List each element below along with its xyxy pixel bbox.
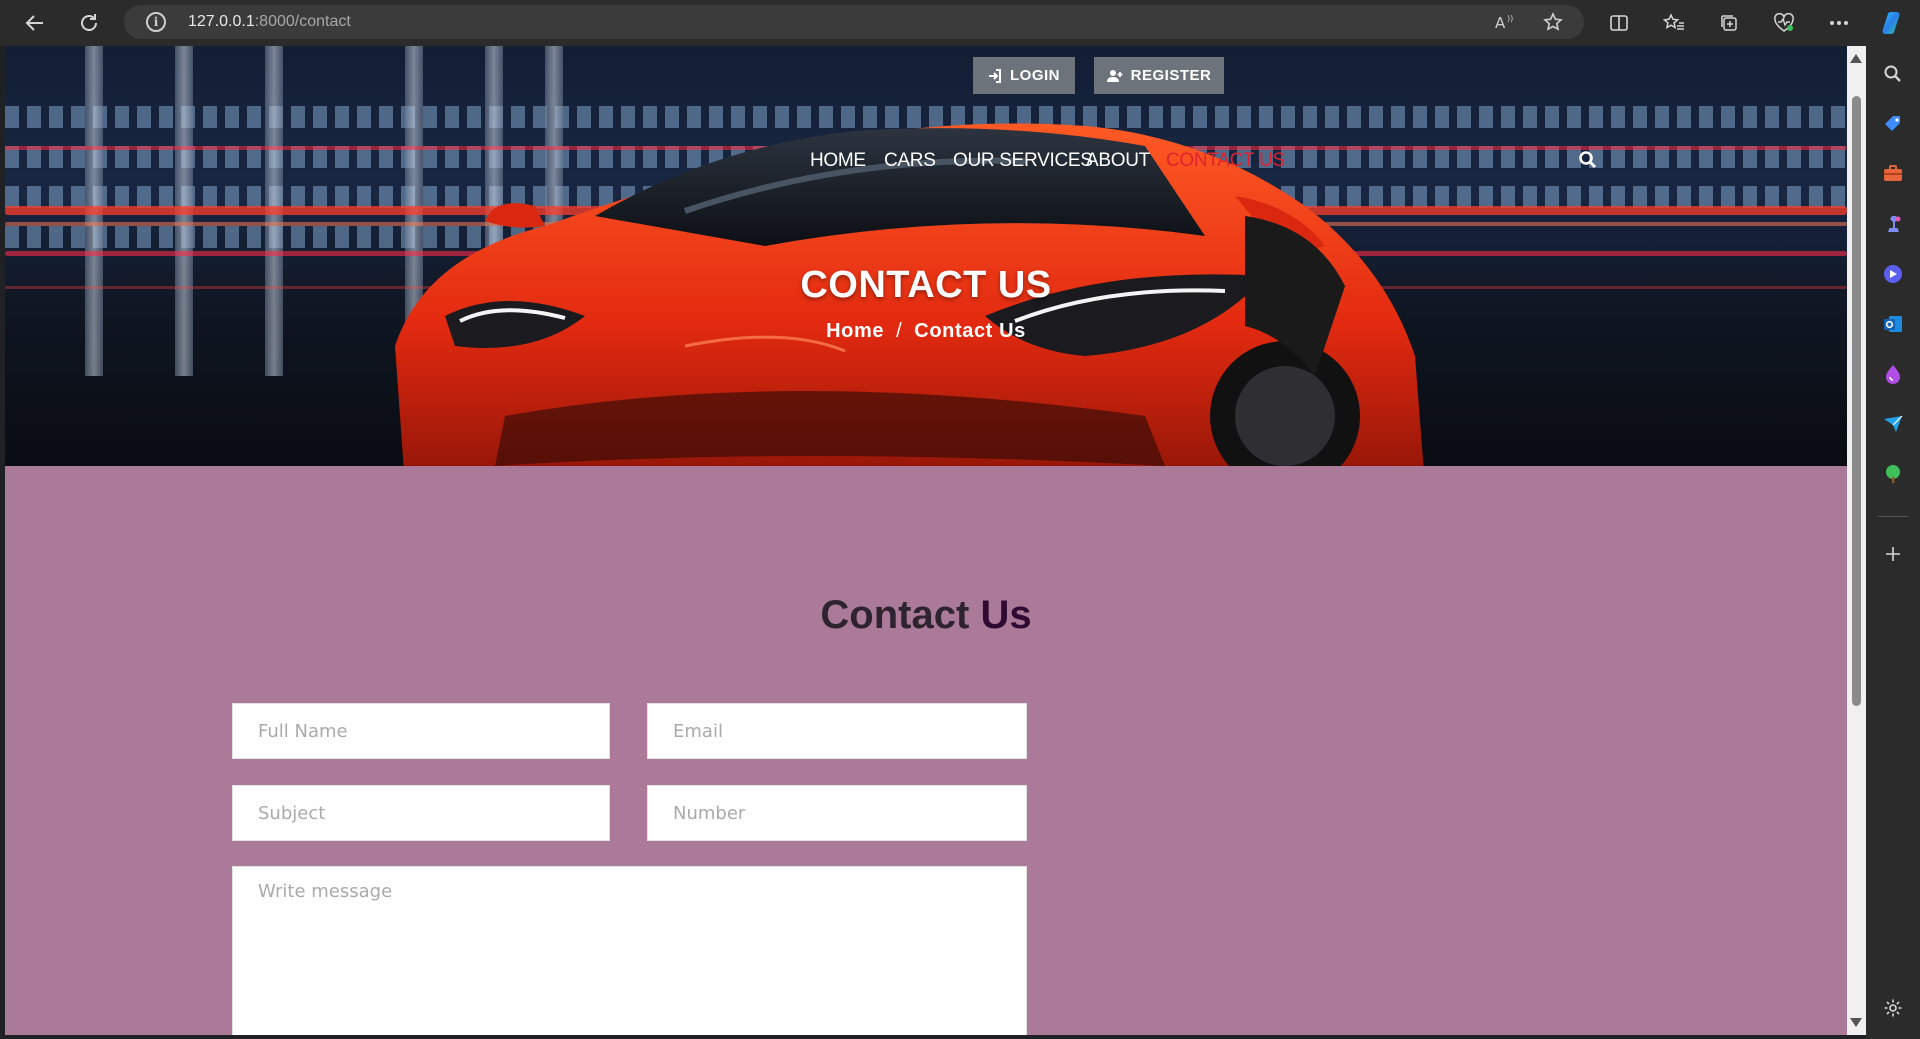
sign-in-icon xyxy=(989,68,1001,83)
nav-home[interactable]: HOME xyxy=(810,150,866,172)
user-plus-icon xyxy=(1106,69,1123,82)
hero-banner: LOGIN REGISTER HOME CARS OUR SERVICES AB… xyxy=(5,46,1847,466)
scroll-up-arrow-icon[interactable] xyxy=(1850,54,1862,63)
copilot-app-icon[interactable] xyxy=(1879,260,1907,288)
login-button[interactable]: LOGIN xyxy=(973,57,1075,94)
url-text[interactable]: 127.0.0.1:8000/contact xyxy=(188,13,351,31)
nav-our-services[interactable]: OUR SERVICES xyxy=(953,150,1093,172)
subject-field[interactable]: Subject xyxy=(232,785,610,841)
email-field[interactable]: Email xyxy=(647,703,1027,759)
login-label: LOGIN xyxy=(1010,67,1060,84)
breadcrumb: Home / Contact Us xyxy=(5,320,1847,343)
site-info-icon[interactable]: i xyxy=(146,12,166,32)
drop-icon[interactable] xyxy=(1879,360,1907,388)
more-options-icon[interactable] xyxy=(1822,8,1856,38)
sidebar-divider xyxy=(1878,516,1908,517)
message-textarea[interactable]: Write message xyxy=(232,866,1027,1035)
collections-icon[interactable] xyxy=(1712,8,1746,38)
breadcrumb-current: Contact Us xyxy=(914,320,1026,342)
browser-toolbar: i 127.0.0.1:8000/contact A)) xyxy=(0,0,1920,46)
copilot-icon[interactable] xyxy=(1874,8,1908,38)
svg-text:A: A xyxy=(1495,14,1506,32)
read-aloud-icon[interactable]: A)) xyxy=(1492,10,1518,34)
scroll-down-arrow-icon[interactable] xyxy=(1850,1018,1862,1027)
hero-title: CONTACT US xyxy=(800,264,1052,306)
nav-contact-us[interactable]: CONTACT US xyxy=(1166,150,1285,172)
register-button[interactable]: REGISTER xyxy=(1094,57,1224,94)
shopping-tag-icon[interactable] xyxy=(1879,110,1907,138)
games-icon[interactable] xyxy=(1879,210,1907,238)
scroll-thumb[interactable] xyxy=(1852,96,1861,706)
page-scrollbar[interactable] xyxy=(1847,46,1866,1035)
register-label: REGISTER xyxy=(1130,67,1212,84)
tree-icon[interactable] xyxy=(1879,460,1907,488)
svg-text:)): )) xyxy=(1507,14,1513,23)
browser-essentials-icon[interactable] xyxy=(1767,8,1801,38)
title-part-contact: Contact xyxy=(820,593,970,637)
split-screen-icon[interactable] xyxy=(1602,8,1636,38)
title-part-us: Us xyxy=(980,593,1032,637)
refresh-icon[interactable] xyxy=(72,8,106,38)
search-icon[interactable] xyxy=(1879,60,1907,88)
add-icon[interactable] xyxy=(1879,540,1907,568)
number-field[interactable]: Number xyxy=(647,785,1027,841)
favorites-icon[interactable] xyxy=(1657,8,1691,38)
outlook-icon[interactable] xyxy=(1879,310,1907,338)
send-icon[interactable] xyxy=(1879,410,1907,438)
breadcrumb-separator: / xyxy=(896,320,903,342)
breadcrumb-home[interactable]: Home xyxy=(826,320,884,342)
browser-sidebar xyxy=(1866,46,1920,1039)
contact-section-title: Contact Us xyxy=(5,593,1847,638)
back-arrow-icon[interactable] xyxy=(18,8,52,38)
tools-icon[interactable] xyxy=(1879,160,1907,188)
favorite-star-icon[interactable] xyxy=(1540,10,1566,34)
page-viewport: LOGIN REGISTER HOME CARS OUR SERVICES AB… xyxy=(5,46,1847,1035)
full-name-field[interactable]: Full Name xyxy=(232,703,610,759)
search-icon[interactable] xyxy=(1578,150,1600,172)
nav-about[interactable]: ABOUT xyxy=(1086,150,1150,172)
nav-cars[interactable]: CARS xyxy=(884,150,936,172)
settings-icon[interactable] xyxy=(1879,994,1907,1022)
address-bar[interactable]: i 127.0.0.1:8000/contact A)) xyxy=(124,5,1584,39)
